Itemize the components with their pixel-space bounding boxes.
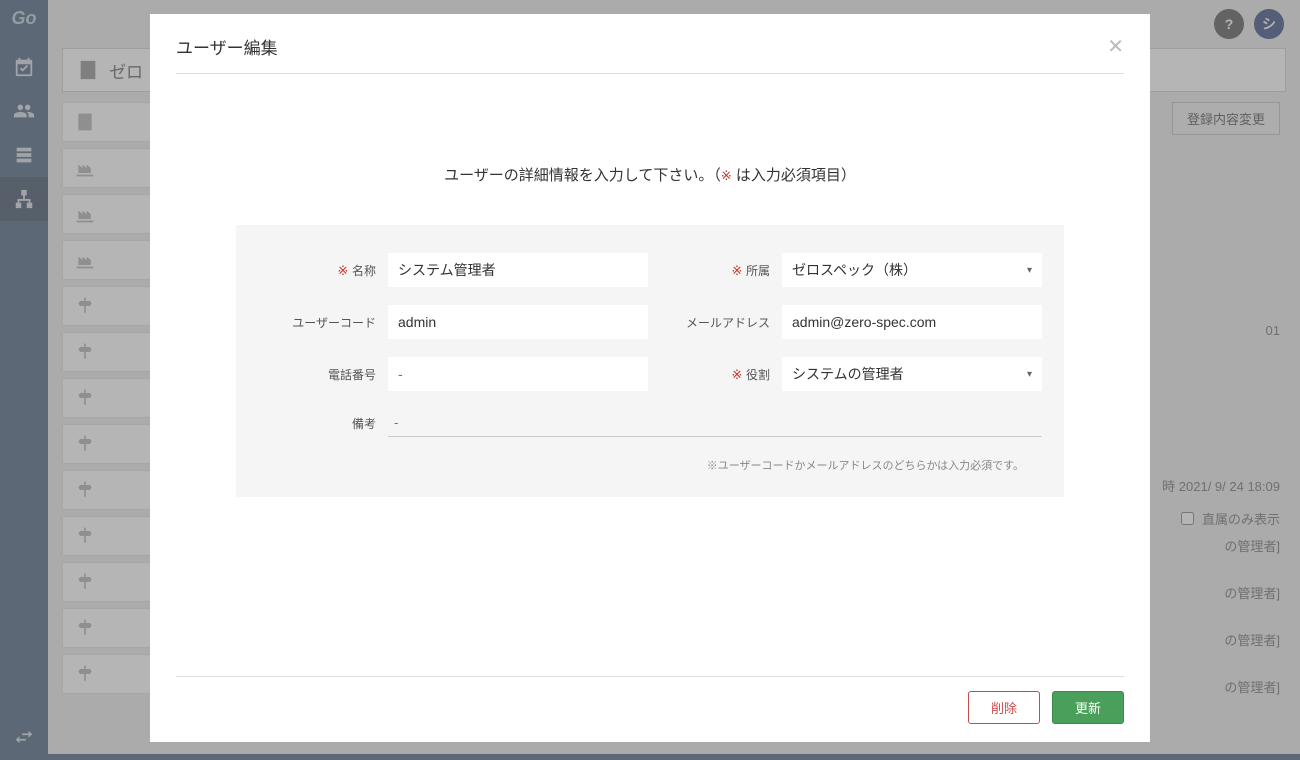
affiliation-select[interactable]: ゼロスペック（株） (782, 253, 1042, 287)
delete-button[interactable]: 削除 (968, 691, 1040, 724)
label-phone: 電話番号 (276, 366, 376, 383)
label-user-code: ユーザーコード (276, 314, 376, 331)
form-container: ※ 名称 ※ 所属 ゼロスペック（株） ユーザーコード メールアドレス 電話番号… (236, 225, 1064, 497)
update-button[interactable]: 更新 (1052, 691, 1124, 724)
label-name: ※ 名称 (276, 262, 376, 279)
user-code-input[interactable] (388, 305, 648, 339)
modal-title: ユーザー編集 (176, 34, 278, 59)
label-affiliation: ※ 所属 (660, 262, 770, 279)
remark-input[interactable] (388, 409, 1042, 437)
label-email: メールアドレス (660, 314, 770, 331)
user-edit-modal: ユーザー編集 ✕ ユーザーの詳細情報を入力して下さい。（※ は入力必須項目） ※… (150, 14, 1150, 742)
phone-input[interactable] (388, 357, 648, 391)
label-role: ※ 役割 (660, 366, 770, 383)
form-note: ※ユーザーコードかメールアドレスのどちらかは入力必須です。 (276, 457, 1024, 473)
modal-close-button[interactable]: ✕ (1107, 37, 1124, 57)
email-input[interactable] (782, 305, 1042, 339)
role-select[interactable]: システムの管理者 (782, 357, 1042, 391)
label-remark: 備考 (276, 415, 376, 432)
name-input[interactable] (388, 253, 648, 287)
modal-instruction: ユーザーの詳細情報を入力して下さい。（※ は入力必須項目） (176, 164, 1124, 185)
modal-overlay: ユーザー編集 ✕ ユーザーの詳細情報を入力して下さい。（※ は入力必須項目） ※… (0, 0, 1300, 760)
